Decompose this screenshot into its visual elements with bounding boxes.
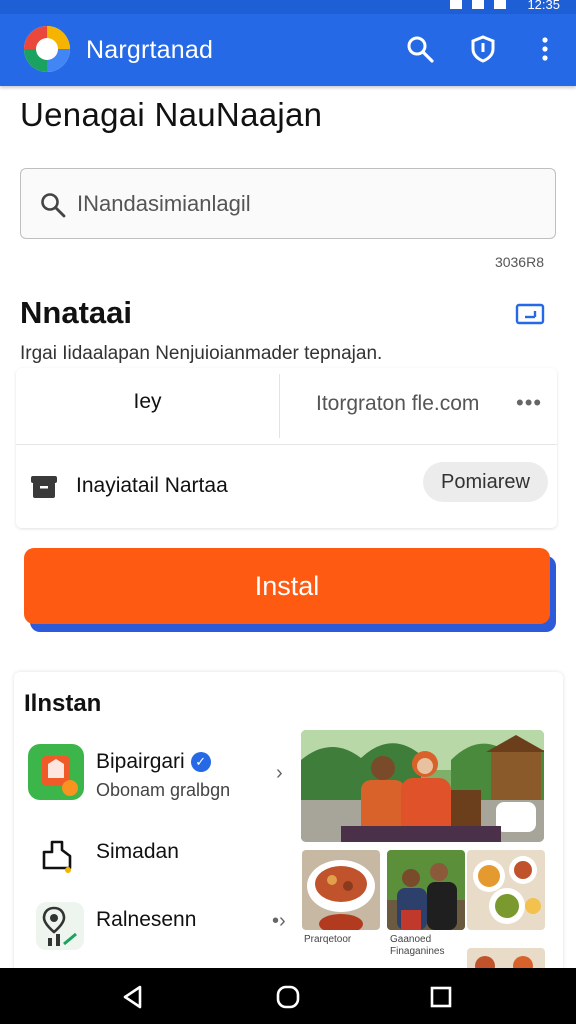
info-row-label: Inayiatail Nartaa [76,474,228,497]
info-cell-link[interactable]: Itorgraton fle.com [316,392,479,416]
thumb-caption: Prarqetoor [304,934,352,945]
list-item-name: Bipairgari ✓ [96,750,211,774]
package-icon [28,470,60,502]
app-title: Nargrtanad [86,36,214,64]
app-tile-icon [28,744,84,805]
section-description: Irgai Iidaalapan Nenjuioianmader tepnaja… [20,343,383,364]
result-counter: 3036R8 [494,254,544,270]
list-item[interactable]: Ralnesenn •› [28,898,298,958]
people-thumbnail[interactable] [387,850,465,930]
recents-icon[interactable] [428,984,454,1010]
more-horiz-icon[interactable]: ••• [516,390,542,416]
section-title: Nnataai [20,295,132,330]
signal-icon [472,0,484,9]
info-cell-left[interactable]: Iey [16,390,279,414]
shield-icon[interactable] [468,34,498,64]
wifi-icon [450,0,462,9]
list-item-name: Simadan [96,840,179,863]
search-input[interactable] [77,183,537,225]
food-thumbnail[interactable] [302,850,380,930]
search-icon[interactable] [405,34,435,64]
battery-icon [494,0,506,9]
featured-photo[interactable] [301,730,544,842]
system-nav-bar [0,968,576,1024]
status-time: 12:35 [527,0,560,12]
list-item[interactable]: Bipairgari ✓ Obonam gralbgn › [28,744,298,804]
dish-thumbnail[interactable] [467,850,545,930]
verified-badge-icon: ✓ [190,752,211,772]
list-card: Ilnstan Bipairgari ✓ Obonam gralbgn › Sim… [14,672,563,972]
back-icon[interactable] [120,984,146,1010]
more-vert-icon[interactable] [530,34,560,64]
list-item-name: Ralnesenn [96,908,197,931]
chevron-right-icon[interactable]: •› [272,910,286,933]
install-button[interactable]: Instal [24,548,550,624]
info-row: Iey Itorgraton fle.com ••• [16,368,557,445]
screen-cast-icon[interactable] [515,303,545,327]
divider [279,374,280,438]
search-box[interactable] [20,168,556,239]
status-bar: 12:35 [0,0,576,14]
preview-chip[interactable]: Pomiarew [423,462,548,502]
building-outline-icon [38,834,78,879]
app-bar: Nargrtanad [0,14,576,86]
info-card: Iey Itorgraton fle.com ••• Inayiatail Na… [16,368,557,528]
home-icon[interactable] [275,984,301,1010]
chevron-right-icon[interactable]: › [276,762,283,785]
status-icons [450,0,506,9]
search-icon [39,191,67,219]
map-pin-chart-icon [36,902,84,955]
page-heading: Uenagai NauNaajan [20,96,323,133]
app-logo-icon [24,26,70,72]
thumb-caption: Gaanoed Finaganines [390,934,445,957]
list-title: Ilnstan [24,690,102,717]
list-item-subtitle: Obonam gralbgn [96,780,231,800]
list-item[interactable]: Simadan [28,830,298,890]
